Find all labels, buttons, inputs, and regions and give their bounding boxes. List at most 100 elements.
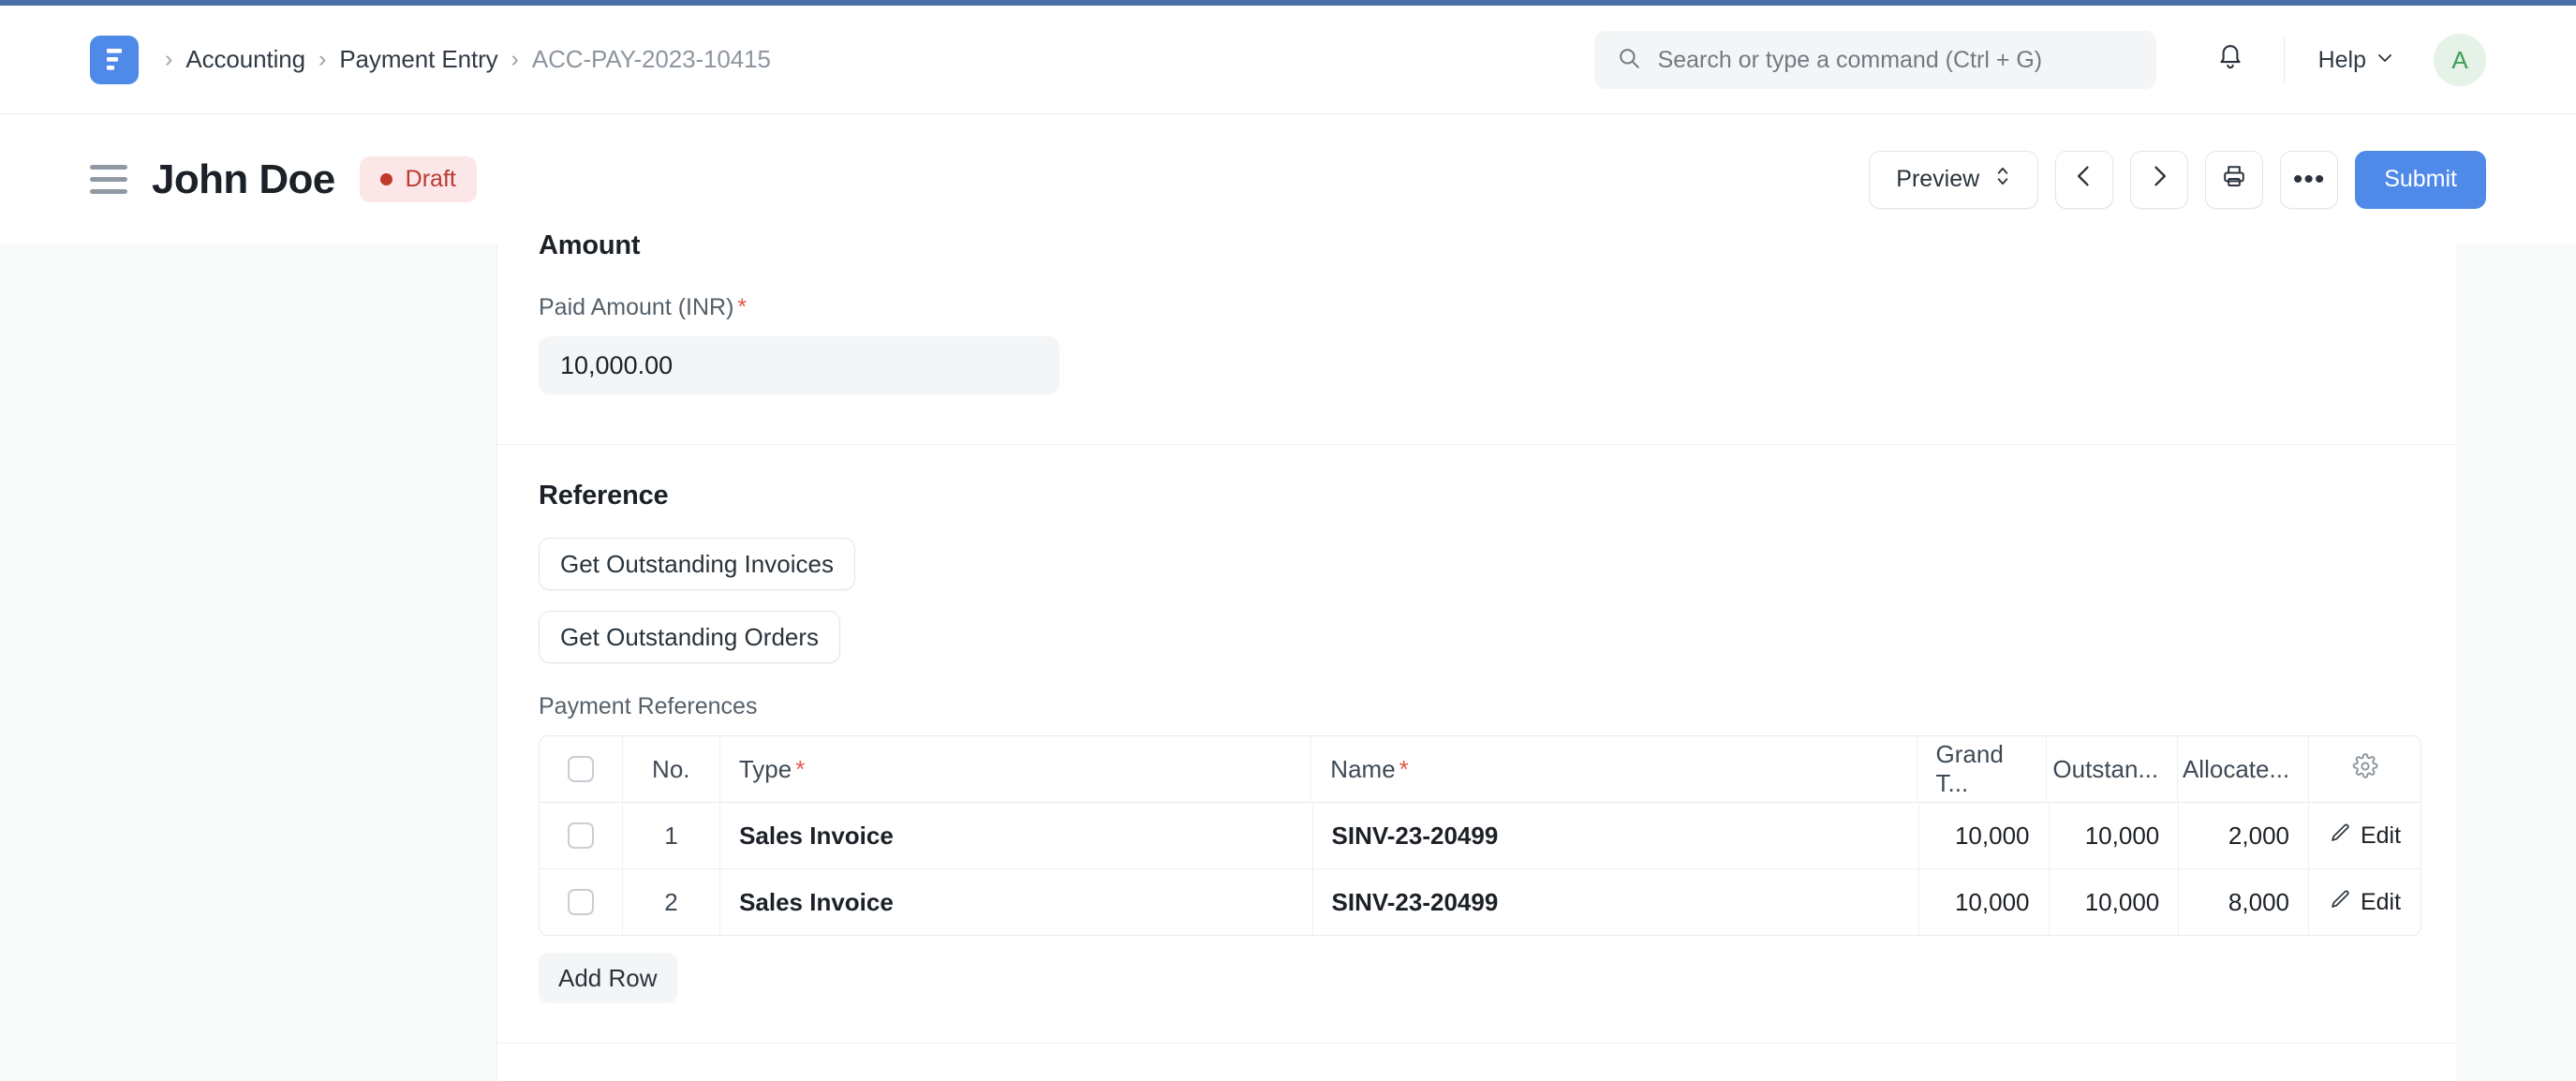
chevron-left-icon bbox=[2073, 163, 2095, 196]
navbar: › Accounting › Payment Entry › ACC-PAY-2… bbox=[0, 6, 2576, 114]
search-placeholder-text: Search or type a command (Ctrl + G) bbox=[1657, 46, 2043, 73]
payment-references-grid: No. Type * Name * Grand T... Outstan... Al… bbox=[539, 735, 2421, 936]
paid-amount-value: 10,000.00 bbox=[560, 350, 674, 379]
print-button[interactable] bbox=[2205, 150, 2264, 209]
paid-amount-label: Paid Amount (INR) * bbox=[539, 294, 2415, 321]
preview-button[interactable]: Preview bbox=[1869, 150, 2039, 209]
hamburger-bar bbox=[90, 189, 127, 194]
navbar-divider bbox=[2283, 37, 2285, 82]
column-header-type-text: Type bbox=[738, 754, 792, 783]
paid-amount-field: Paid Amount (INR) * 10,000.00 bbox=[539, 294, 2415, 394]
search-icon bbox=[1617, 46, 1641, 75]
paid-amount-input[interactable]: 10,000.00 bbox=[539, 336, 1059, 394]
previous-document-button[interactable] bbox=[2055, 150, 2114, 209]
gear-icon bbox=[2352, 752, 2378, 786]
submit-label: Submit bbox=[2384, 166, 2457, 192]
column-header-allocated: Allocate... bbox=[2178, 736, 2310, 802]
row-allocated[interactable]: 2,000 bbox=[2179, 803, 2309, 868]
table-row[interactable]: 2 Sales Invoice SINV-23-20499 10,000 10,… bbox=[540, 869, 2421, 935]
notifications-button[interactable] bbox=[2198, 31, 2263, 89]
sidebar bbox=[0, 244, 497, 1081]
avatar[interactable]: A bbox=[2434, 34, 2486, 86]
row-edit-button[interactable]: Edit bbox=[2309, 869, 2421, 935]
page-header-left: John Doe Draft bbox=[0, 156, 477, 203]
hamburger-bar bbox=[90, 177, 127, 182]
submit-button[interactable]: Submit bbox=[2355, 150, 2486, 209]
status-badge: Draft bbox=[359, 156, 477, 202]
row-allocated[interactable]: 8,000 bbox=[2179, 869, 2309, 935]
breadcrumb-item-document-id[interactable]: ACC-PAY-2023-10415 bbox=[532, 45, 771, 74]
row-grand-total[interactable]: 10,000 bbox=[1919, 803, 2050, 868]
column-header-grand-total: Grand T... bbox=[1917, 736, 2048, 802]
row-index: 1 bbox=[623, 803, 721, 868]
app-root: › Accounting › Payment Entry › ACC-PAY-2… bbox=[0, 0, 2576, 1081]
breadcrumb-separator: › bbox=[165, 46, 173, 72]
navbar-left: › Accounting › Payment Entry › ACC-PAY-2… bbox=[0, 35, 771, 84]
row-type[interactable]: Sales Invoice bbox=[720, 803, 1313, 868]
form-content: Amount Paid Amount (INR) * 10,000.00 Refe… bbox=[497, 230, 2456, 1081]
row-checkbox[interactable] bbox=[567, 889, 594, 915]
row-outstanding[interactable]: 10,000 bbox=[2050, 803, 2180, 868]
payment-references-label: Payment References bbox=[539, 693, 758, 719]
chevron-right-icon bbox=[2148, 163, 2170, 196]
grid-settings-button[interactable] bbox=[2309, 736, 2421, 802]
reference-section: Reference Get Outstanding Invoices Get O… bbox=[497, 445, 2456, 1003]
row-index: 2 bbox=[623, 869, 721, 935]
add-row-button[interactable]: Add Row bbox=[539, 953, 677, 1003]
pencil-icon bbox=[2329, 822, 2351, 851]
section-divider bbox=[497, 1043, 2456, 1044]
amount-section: Amount Paid Amount (INR) * 10,000.00 bbox=[497, 230, 2456, 394]
chevron-down-icon bbox=[2376, 49, 2394, 72]
breadcrumb-separator: › bbox=[511, 46, 519, 72]
chevron-updown-icon bbox=[1994, 164, 2011, 195]
page-title: John Doe bbox=[152, 155, 335, 202]
help-menu-button[interactable]: Help bbox=[2305, 34, 2407, 86]
grid-header-row: No. Type * Name * Grand T... Outstan... Al… bbox=[540, 736, 2421, 803]
column-header-name: Name * bbox=[1311, 736, 1917, 802]
row-checkbox[interactable] bbox=[567, 822, 594, 849]
hamburger-icon[interactable] bbox=[90, 165, 127, 194]
printer-icon bbox=[2221, 163, 2247, 196]
table-row[interactable]: 1 Sales Invoice SINV-23-20499 10,000 10,… bbox=[540, 803, 2421, 869]
page-header-actions: Preview ••• Submit bbox=[1869, 115, 2486, 244]
select-all-checkbox[interactable] bbox=[567, 756, 594, 782]
column-header-type: Type * bbox=[720, 736, 1312, 802]
breadcrumb-item-payment-entry[interactable]: Payment Entry bbox=[339, 45, 497, 74]
avatar-initial: A bbox=[2451, 45, 2468, 74]
status-dot-icon bbox=[379, 173, 392, 185]
required-asterisk: * bbox=[1399, 754, 1409, 783]
bell-icon bbox=[2216, 43, 2244, 78]
row-type[interactable]: Sales Invoice bbox=[720, 869, 1313, 935]
get-outstanding-invoices-button[interactable]: Get Outstanding Invoices bbox=[539, 538, 855, 590]
app-logo-icon[interactable] bbox=[90, 35, 139, 84]
ellipsis-icon: ••• bbox=[2292, 163, 2326, 195]
breadcrumb-item-accounting[interactable]: Accounting bbox=[185, 45, 305, 74]
breadcrumb-separator: › bbox=[318, 46, 327, 72]
row-name[interactable]: SINV-23-20499 bbox=[1313, 803, 1919, 868]
paid-amount-label-text: Paid Amount (INR) bbox=[539, 294, 734, 320]
pencil-icon bbox=[2329, 888, 2351, 917]
get-outstanding-orders-button[interactable]: Get Outstanding Orders bbox=[539, 611, 841, 663]
select-all-cell bbox=[540, 736, 623, 802]
more-actions-button[interactable]: ••• bbox=[2280, 150, 2339, 209]
row-outstanding[interactable]: 10,000 bbox=[2050, 869, 2180, 935]
required-asterisk: * bbox=[795, 754, 806, 783]
search-input[interactable]: Search or type a command (Ctrl + G) bbox=[1593, 31, 2156, 89]
preview-label: Preview bbox=[1896, 166, 1980, 192]
required-asterisk: * bbox=[737, 294, 748, 320]
page-header: John Doe Draft Preview ••• Submit bbox=[0, 115, 2576, 244]
navbar-right: Search or type a command (Ctrl + G) Help bbox=[1593, 6, 2576, 114]
column-header-outstanding: Outstan... bbox=[2047, 736, 2179, 802]
row-select-cell bbox=[540, 869, 623, 935]
amount-section-heading: Amount bbox=[539, 230, 641, 260]
column-header-no: No. bbox=[623, 736, 720, 802]
right-gutter bbox=[2456, 244, 2576, 1081]
row-edit-button[interactable]: Edit bbox=[2309, 803, 2421, 868]
breadcrumb: › Accounting › Payment Entry › ACC-PAY-2… bbox=[152, 45, 771, 74]
hamburger-bar bbox=[90, 165, 127, 170]
row-name[interactable]: SINV-23-20499 bbox=[1313, 869, 1919, 935]
row-edit-label: Edit bbox=[2360, 888, 2402, 915]
row-grand-total[interactable]: 10,000 bbox=[1919, 869, 2050, 935]
next-document-button[interactable] bbox=[2130, 150, 2189, 209]
column-header-name-text: Name bbox=[1330, 754, 1396, 783]
